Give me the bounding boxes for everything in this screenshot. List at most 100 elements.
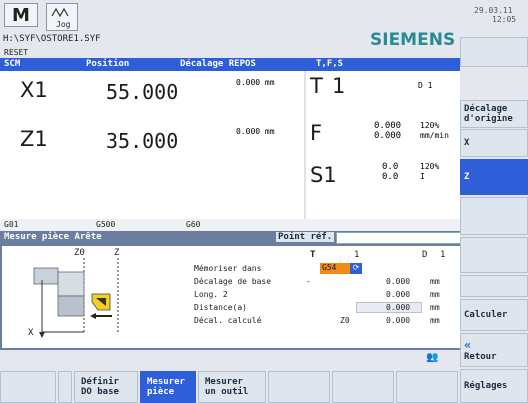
axis-x1-repos: 0.000 mm (236, 78, 275, 87)
measure-t-value: 1 (354, 250, 360, 260)
field-label: Long. 2 (194, 290, 228, 299)
field-value: 0.000 (386, 316, 411, 325)
toggle-icon[interactable]: ⟳ (350, 263, 362, 274)
point-label: Point réf. (276, 232, 335, 242)
feed-pct: 120% (420, 121, 440, 130)
spindle-value1: 0.0 (382, 162, 399, 172)
softkey-x[interactable]: X (460, 129, 528, 157)
measure-panel: Z0 Z X T 1 D 1 Mémoriser dans G54 ⟳ Déca… (0, 244, 472, 350)
axes-panel: X1 55.000 0.000 mm Z1 35.000 0.000 mm T … (0, 71, 460, 231)
field-unit: mm (430, 303, 440, 312)
jog-wave-icon (51, 7, 69, 18)
gcode-row: G01 G500 G60 (0, 219, 460, 231)
softkey-bottom-8[interactable] (396, 371, 458, 403)
softkey-bottom-7[interactable] (332, 371, 394, 403)
jog-mode-icon[interactable]: Jog (46, 3, 78, 31)
softkey-retour[interactable]: « Retour (460, 333, 528, 367)
softkey-mesurer-outil[interactable]: Mesurer un outil (198, 371, 266, 403)
softkey-mesurer-piece[interactable]: Mesurer pièce (140, 371, 196, 403)
field-label: Distance(a) (194, 303, 247, 312)
softkey-z[interactable]: Z (460, 159, 528, 195)
field-mid: - (306, 277, 311, 286)
retour-label: Retour (464, 352, 497, 362)
field-label: Mémoriser dans (194, 264, 262, 273)
softkey-bottom-6[interactable] (268, 371, 330, 403)
spindle-value2: 0.0 (382, 172, 399, 182)
softkey-reglages[interactable]: Réglages (460, 369, 528, 403)
edge-measure-diagram-icon (33, 258, 119, 338)
softkey-calculer[interactable]: Calculer (460, 299, 528, 331)
measure-diagram: Z0 Z X (22, 248, 172, 344)
feed-unit: mm/min (420, 131, 449, 140)
field-row-long2: Long. 2 0.000 mm (194, 289, 464, 301)
field-unit: mm (430, 316, 440, 325)
field-unit: mm (430, 290, 440, 299)
field-label: Décal. calculé (194, 316, 262, 325)
field-value[interactable]: 0.000 (386, 290, 410, 299)
field-value[interactable]: 0.000 (386, 303, 410, 312)
softkey-right-1[interactable] (460, 37, 528, 67)
softkey-right-5[interactable] (460, 197, 528, 235)
header-repos: Décalage REPOS (180, 59, 256, 69)
axis-x1-label: X1 (20, 78, 48, 102)
axes-header: SCM Position Décalage REPOS T,F,S (0, 58, 460, 71)
field-row-distance: Distance(a) 0.000 mm (194, 302, 464, 314)
softkey-right-6[interactable] (460, 237, 528, 273)
field-row-memoriser: Mémoriser dans G54 ⟳ (194, 263, 464, 275)
field-value[interactable]: 0.000 (386, 277, 410, 286)
tool-label: T (310, 74, 323, 98)
field-row-calcule: Décal. calculé Z0 0.000 mm (194, 315, 464, 327)
field-row-decalage: Décalage de base - 0.000 mm (194, 276, 464, 288)
date-text: 29.03.11 (474, 6, 513, 15)
measure-title: Mesure pièce Arête (4, 232, 102, 242)
back-icon: « (464, 338, 472, 352)
date-display: 29.03.11 12:05 (462, 0, 528, 37)
axis-z1-repos: 0.000 mm (236, 127, 275, 136)
program-path: H:\SYF\OSTORE1.SYF (3, 34, 101, 44)
brand-logo: SIEMENS (370, 30, 456, 50)
tool-d: D 1 (418, 81, 433, 90)
reset-status: RESET (4, 48, 29, 57)
g54-select[interactable]: G54 (320, 263, 350, 274)
jog-label: Jog (56, 20, 71, 29)
header-scm: SCM (4, 59, 21, 69)
time-text: 12:05 (492, 15, 517, 24)
softkey-right-7[interactable] (460, 275, 528, 297)
axis-z1-label: Z1 (20, 127, 48, 151)
field-label: Décalage de base (194, 277, 272, 286)
feed-label: F (310, 121, 323, 145)
axis-z1-position: 35.000 (106, 129, 179, 153)
gcode-3: G60 (186, 220, 201, 229)
softkey-definir-do-base[interactable]: Définir DO base (74, 371, 138, 403)
machine-mode-icon[interactable]: M (4, 3, 38, 27)
measure-title-bar: Mesure pièce Arête Point réf. (0, 231, 472, 244)
feed-value1: 0.000 (374, 121, 402, 131)
spindle-pct: 120% (420, 162, 440, 171)
tool-value: 1 (332, 74, 346, 98)
mode-letter: M (12, 4, 30, 26)
spindle-label: S1 (310, 163, 337, 187)
diagram-x: X (28, 328, 34, 338)
spindle-unit: I (420, 172, 425, 181)
right-softkey-panel: Décalage d'origine X Z Calculer « Retour… (460, 37, 528, 403)
measure-t-label: T (310, 250, 316, 260)
softkey-decalage-origine[interactable]: Décalage d'origine (460, 100, 528, 128)
field-mid: Z0 (340, 316, 350, 325)
axis-x1-position: 55.000 (106, 80, 179, 104)
softkey-bottom-2[interactable] (58, 371, 72, 403)
softkey-bottom-1[interactable] (0, 371, 56, 403)
header-tfs: T,F,S (316, 59, 344, 69)
message-bar: 👥 (0, 350, 460, 367)
diagram-z: Z (114, 248, 120, 258)
gcode-1: G01 (4, 220, 19, 229)
field-unit: mm (430, 277, 440, 286)
diagram-z0: Z0 (74, 248, 85, 258)
people-icon: 👥 (426, 352, 439, 363)
measure-d-label: D (422, 250, 428, 260)
panel-divider (304, 71, 306, 219)
bottom-softkey-panel: Définir DO base Mesurer pièce Mesurer un… (0, 367, 460, 403)
measure-d-value: 1 (440, 250, 446, 260)
feed-value2: 0.000 (374, 131, 402, 141)
gcode-2: G500 (96, 220, 116, 229)
point-ref-field[interactable] (336, 232, 468, 244)
